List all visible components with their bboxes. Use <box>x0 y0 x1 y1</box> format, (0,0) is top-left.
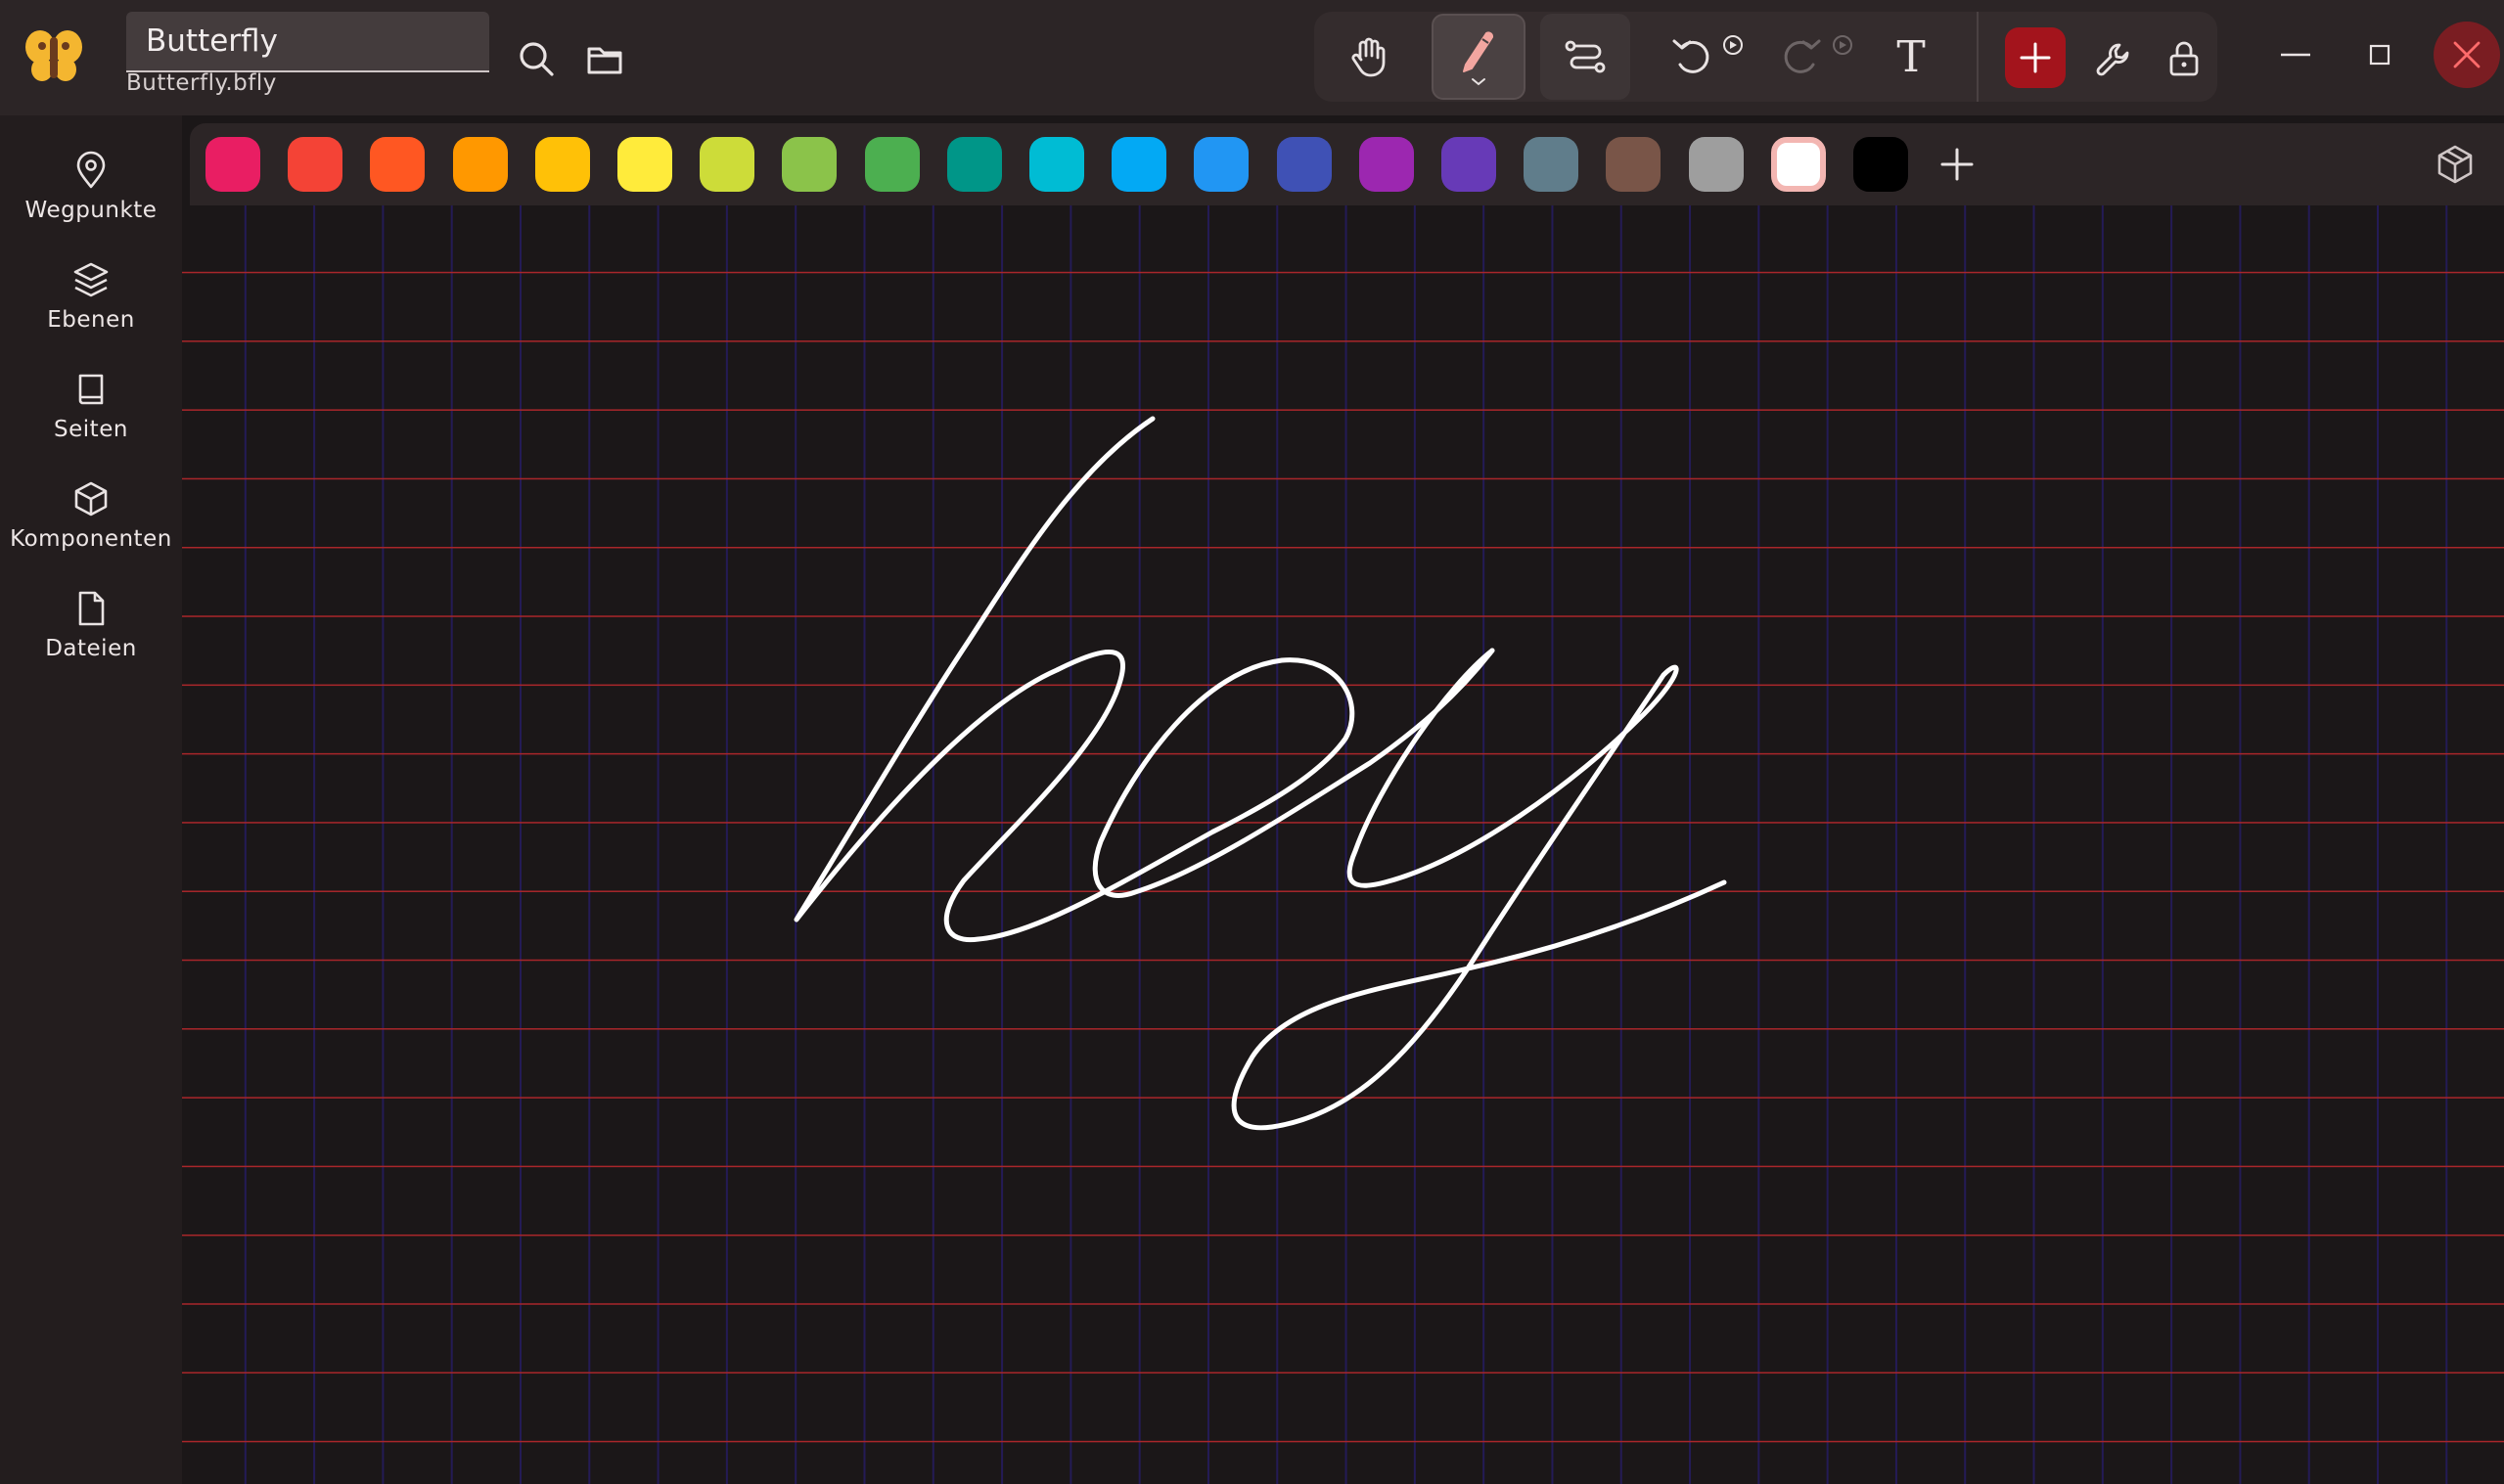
book-icon <box>78 374 104 405</box>
handwriting-stroke <box>794 416 1727 1131</box>
sidebar-item-label: Dateien <box>45 636 137 661</box>
color-swatch[interactable] <box>1029 137 1084 192</box>
search-button[interactable] <box>507 29 566 88</box>
color-swatch[interactable] <box>1524 137 1578 192</box>
color-swatch[interactable] <box>370 137 425 192</box>
redo-icon <box>1784 35 1852 73</box>
color-swatch[interactable] <box>288 137 342 192</box>
color-swatch[interactable] <box>1441 137 1496 192</box>
pen-tool-button[interactable] <box>1432 14 1525 100</box>
color-swatch[interactable] <box>782 137 837 192</box>
color-swatch[interactable] <box>535 137 590 192</box>
undo-icon <box>1672 35 1743 73</box>
path-tool-button[interactable] <box>1540 14 1630 100</box>
color-swatch[interactable] <box>1277 137 1332 192</box>
color-swatch[interactable] <box>1359 137 1414 192</box>
color-swatch[interactable] <box>1194 137 1249 192</box>
color-swatch[interactable] <box>700 137 754 192</box>
color-swatch[interactable] <box>1689 137 1744 192</box>
color-swatch[interactable] <box>1112 137 1166 192</box>
sidebar-item-komponenten[interactable]: Komponenten <box>0 458 182 556</box>
document-filename: Butterfly.bfly <box>126 70 277 96</box>
lock-icon <box>2169 41 2199 76</box>
text-tool-button[interactable]: T <box>1880 25 1942 88</box>
color-swatch[interactable] <box>1771 137 1826 192</box>
text-icon: T <box>1896 31 1926 82</box>
plus-icon <box>2020 42 2051 73</box>
document-title-input[interactable] <box>126 12 489 72</box>
color-swatch[interactable] <box>1853 137 1908 192</box>
color-swatch[interactable] <box>947 137 1002 192</box>
color-swatch[interactable] <box>1606 137 1661 192</box>
sidebar-item-dateien[interactable]: Dateien <box>0 567 182 665</box>
undo-button[interactable] <box>1663 25 1752 88</box>
toolbar-divider <box>1977 12 1979 102</box>
butterfly-logo-icon <box>25 30 82 81</box>
color-swatch[interactable] <box>865 137 920 192</box>
sidebar-item-label: Wegpunkte <box>24 198 158 223</box>
hand-tool-button[interactable] <box>1337 25 1399 88</box>
left-sidebar: Wegpunkte Ebenen Seiten Komponenten Date… <box>0 115 182 1484</box>
settings-button[interactable] <box>2084 29 2143 88</box>
components-palette-button[interactable] <box>2434 143 2477 186</box>
maximize-icon <box>2369 44 2390 66</box>
hand-icon <box>1351 37 1386 77</box>
sidebar-item-ebenen[interactable]: Ebenen <box>0 239 182 337</box>
add-button[interactable] <box>2005 27 2066 88</box>
search-icon <box>520 42 554 76</box>
lock-button[interactable] <box>2155 29 2213 88</box>
plus-icon <box>1940 148 1974 181</box>
maximize-button[interactable] <box>2350 25 2409 84</box>
minimize-icon <box>2281 53 2310 57</box>
sidebar-item-seiten[interactable]: Seiten <box>0 348 182 446</box>
color-swatch[interactable] <box>453 137 508 192</box>
sidebar-item-label: Seiten <box>54 417 128 442</box>
folder-icon <box>587 47 622 74</box>
sidebar-item-wegpunkte[interactable]: Wegpunkte <box>0 129 182 227</box>
wrench-icon <box>2096 43 2129 76</box>
open-folder-button[interactable] <box>575 29 634 88</box>
layers-icon <box>73 262 109 297</box>
file-icon <box>78 591 105 626</box>
cube-icon <box>2437 145 2473 184</box>
location-pin-icon <box>76 151 106 189</box>
title-bar: Butterfly.bfly <box>0 0 2504 115</box>
close-icon <box>2453 41 2481 68</box>
sidebar-item-label: Komponenten <box>10 526 172 552</box>
drawing-canvas[interactable] <box>182 205 2504 1484</box>
redo-button[interactable] <box>1773 25 1861 88</box>
color-swatch[interactable] <box>205 137 260 192</box>
path-icon <box>1565 40 1606 73</box>
cube-icon <box>74 481 108 517</box>
color-swatch[interactable] <box>617 137 672 192</box>
sidebar-item-label: Ebenen <box>47 307 135 333</box>
add-color-button[interactable] <box>1930 137 1984 192</box>
pen-icon <box>1463 31 1494 86</box>
close-window-button[interactable] <box>2434 22 2500 88</box>
minimize-button[interactable] <box>2266 25 2325 84</box>
